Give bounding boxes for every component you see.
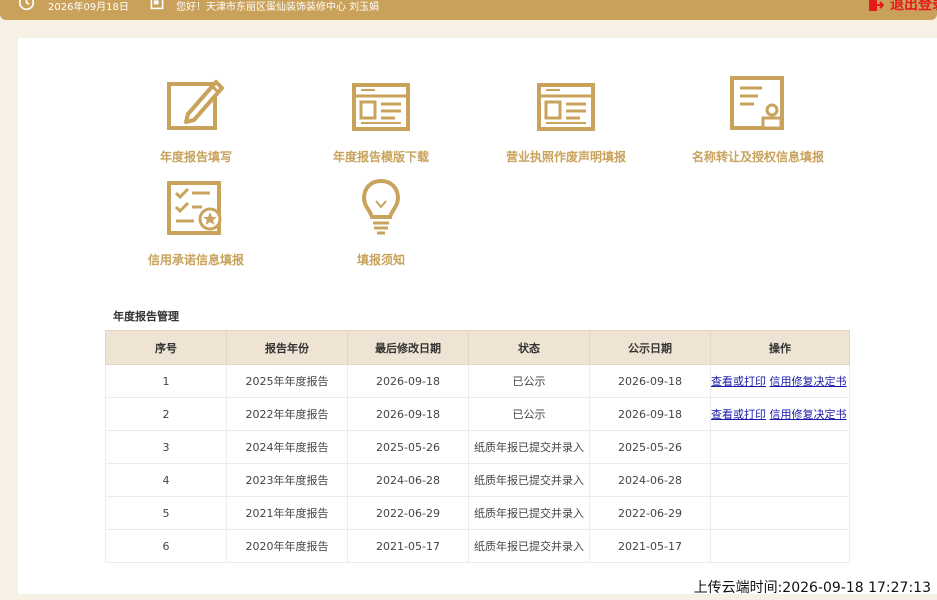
- cell-status: 已公示: [468, 364, 590, 398]
- table-header-row: 序号 报告年份 最后修改日期 状态 公示日期 操作: [105, 330, 850, 365]
- cell-status: 纸质年报已提交并录入: [468, 463, 590, 497]
- cell-actions: [710, 529, 850, 563]
- cell-published: 2021-05-17: [589, 529, 711, 563]
- annual-report-table: 序号 报告年份 最后修改日期 状态 公示日期 操作 1 2025年年度报告 20…: [105, 330, 850, 563]
- upload-time: 上传云端时间:2026-09-18 17:27:13: [693, 580, 931, 596]
- cell-modified: 2022-06-29: [347, 496, 469, 530]
- cell-year: 2025年年度报告: [226, 364, 348, 398]
- edit-form-icon: [167, 80, 224, 130]
- tile-label: 名称转让及授权信息填报: [691, 150, 824, 164]
- tile-template-download[interactable]: 年度报告模版下载: [296, 70, 466, 165]
- cell-modified: 2026-09-18: [347, 397, 469, 431]
- cell-no: 5: [105, 496, 227, 530]
- cell-modified: 2024-06-28: [347, 463, 469, 497]
- column-header: 最后修改日期: [347, 330, 469, 365]
- logout-label: 退出登录: [890, 0, 937, 13]
- cell-published: 2022-06-29: [589, 496, 711, 530]
- license-void-icon: [537, 83, 595, 131]
- table-row: 2 2022年年度报告 2026-09-18 已公示 2026-09-18 查看…: [105, 397, 850, 431]
- lightbulb-icon: [361, 178, 401, 235]
- column-header: 序号: [105, 330, 227, 365]
- logout-icon: [869, 0, 885, 11]
- cell-year: 2023年年度报告: [226, 463, 348, 497]
- cell-published: 2025-05-26: [589, 430, 711, 464]
- user-greeting: 您好！天津市东丽区蛋仙装饰装修中心 刘玉娟: [176, 2, 380, 13]
- cell-no: 2: [105, 397, 227, 431]
- tile-filing-notice[interactable]: 填报须知: [296, 173, 466, 268]
- cell-status: 纸质年报已提交并录入: [468, 430, 590, 464]
- table-row: 3 2024年年度报告 2025-05-26 纸质年报已提交并录入 2025-0…: [105, 430, 850, 464]
- clock-icon: [18, 0, 35, 11]
- view-print-link[interactable]: 查看或打印: [711, 375, 766, 388]
- cell-year: 2021年年度报告: [226, 496, 348, 530]
- table-row: 6 2020年年度报告 2021-05-17 纸质年报已提交并录入 2021-0…: [105, 529, 850, 563]
- cell-published: 2024-06-28: [589, 463, 711, 497]
- cell-actions: 查看或打印 信用修复决定书: [710, 364, 850, 398]
- document-icon: [150, 0, 164, 10]
- cell-actions: [710, 463, 850, 497]
- cell-no: 4: [105, 463, 227, 497]
- cell-status: 已公示: [468, 397, 590, 431]
- credit-repair-link[interactable]: 信用修复决定书: [770, 408, 847, 421]
- credit-repair-link[interactable]: 信用修复决定书: [770, 375, 847, 388]
- cell-modified: 2025-05-26: [347, 430, 469, 464]
- template-icon: [352, 83, 410, 131]
- cell-modified: 2026-09-18: [347, 364, 469, 398]
- table-row: 4 2023年年度报告 2024-06-28 纸质年报已提交并录入 2024-0…: [105, 463, 850, 497]
- checklist-badge-icon: [167, 181, 222, 235]
- cell-actions: [710, 430, 850, 464]
- logout-button[interactable]: 退出登录: [868, 0, 937, 14]
- tile-annual-report-fill[interactable]: 年度报告填写: [111, 70, 281, 165]
- cell-modified: 2021-05-17: [347, 529, 469, 563]
- tile-credit-commitment[interactable]: 信用承诺信息填报: [111, 173, 281, 268]
- cell-no: 3: [105, 430, 227, 464]
- tile-label: 信用承诺信息填报: [147, 253, 244, 267]
- stamp-document-icon: [730, 76, 784, 130]
- view-print-link[interactable]: 查看或打印: [711, 408, 766, 421]
- cell-actions: [710, 496, 850, 530]
- column-header: 报告年份: [226, 330, 348, 365]
- column-header: 状态: [468, 330, 590, 365]
- cell-no: 6: [105, 529, 227, 563]
- tile-label: 年度报告填写: [159, 150, 232, 164]
- cell-year: 2020年年度报告: [226, 529, 348, 563]
- tile-label: 年度报告模版下载: [332, 150, 429, 164]
- table-row: 5 2021年年度报告 2022-06-29 纸质年报已提交并录入 2022-0…: [105, 496, 850, 530]
- column-header: 公示日期: [589, 330, 711, 365]
- cell-published: 2026-09-18: [589, 364, 711, 398]
- current-date: 2026年09月18日: [48, 2, 129, 13]
- cell-actions: 查看或打印 信用修复决定书: [710, 397, 850, 431]
- tile-license-void[interactable]: 营业执照作废声明填报: [481, 70, 651, 165]
- tile-label: 填报须知: [356, 253, 405, 267]
- cell-published: 2026-09-18: [589, 397, 711, 431]
- section-title: 年度报告管理: [113, 310, 179, 323]
- cell-status: 纸质年报已提交并录入: [468, 529, 590, 563]
- column-header: 操作: [710, 330, 850, 365]
- cell-status: 纸质年报已提交并录入: [468, 496, 590, 530]
- table-row: 1 2025年年度报告 2026-09-18 已公示 2026-09-18 查看…: [105, 364, 850, 398]
- cell-year: 2022年年度报告: [226, 397, 348, 431]
- cell-year: 2024年年度报告: [226, 430, 348, 464]
- tile-label: 营业执照作废声明填报: [505, 150, 626, 164]
- cell-no: 1: [105, 364, 227, 398]
- tile-name-transfer[interactable]: 名称转让及授权信息填报: [673, 70, 843, 165]
- top-bar: 2026年09月18日 您好！天津市东丽区蛋仙装饰装修中心 刘玉娟 退出登录: [0, 0, 937, 20]
